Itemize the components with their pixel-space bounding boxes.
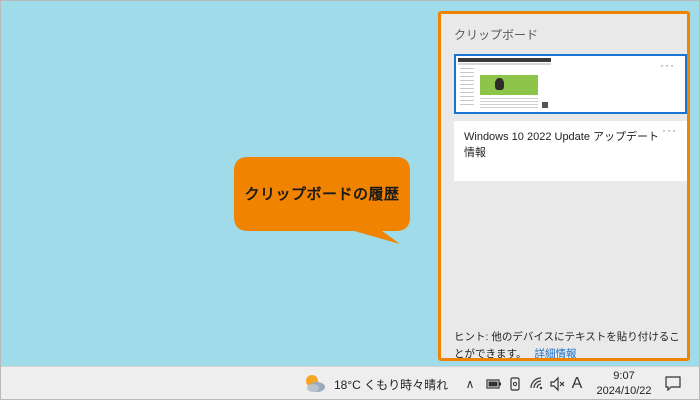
callout-text: クリップボードの履歴 — [244, 186, 400, 203]
clipboard-item-image[interactable]: ··· — [454, 54, 687, 114]
learn-more-link[interactable]: 詳細情報 — [534, 348, 576, 360]
callout-bubble: クリップボードの履歴 — [234, 157, 410, 244]
more-options-button[interactable]: ··· — [660, 58, 675, 72]
wifi-icon[interactable] — [529, 374, 545, 394]
notification-center-icon[interactable] — [665, 376, 681, 391]
ime-mode-indicator[interactable]: A — [569, 374, 585, 394]
hint-text: ヒント: 他のデバイスにテキストを貼り付けることができます。 詳細情報 — [454, 329, 684, 363]
clock-time[interactable]: 9:07 — [599, 370, 649, 382]
clipboard-item-text-content: Windows 10 2022 Update アップデート情報 — [464, 131, 660, 159]
clock-date[interactable]: 2024/10/22 — [589, 385, 659, 397]
clipboard-panel: クリップボード ··· Windows 10 2022 Update アップデー… — [438, 11, 690, 361]
screenshot-frame: クリップボードの履歴 クリップボード ··· Windows 10 2022 U… — [0, 0, 700, 400]
weather-cloud-sun-icon[interactable] — [304, 373, 326, 395]
clipboard-item-text[interactable]: Windows 10 2022 Update アップデート情報 ··· — [454, 121, 687, 181]
more-options-button[interactable]: ··· — [662, 123, 677, 137]
panel-title: クリップボード — [454, 28, 539, 42]
taskbar: 18°C くもり時々晴れ ∧ A 9:07 2024/10/22 — [1, 366, 699, 399]
chevron-up-icon[interactable]: ∧ — [463, 374, 477, 394]
weather-label[interactable]: 18°C くもり時々晴れ — [334, 376, 448, 393]
speaker-muted-icon[interactable] — [549, 374, 565, 394]
battery-icon[interactable] — [485, 374, 503, 394]
phone-link-icon[interactable] — [507, 374, 523, 394]
screenshot-thumbnail — [458, 58, 551, 110]
